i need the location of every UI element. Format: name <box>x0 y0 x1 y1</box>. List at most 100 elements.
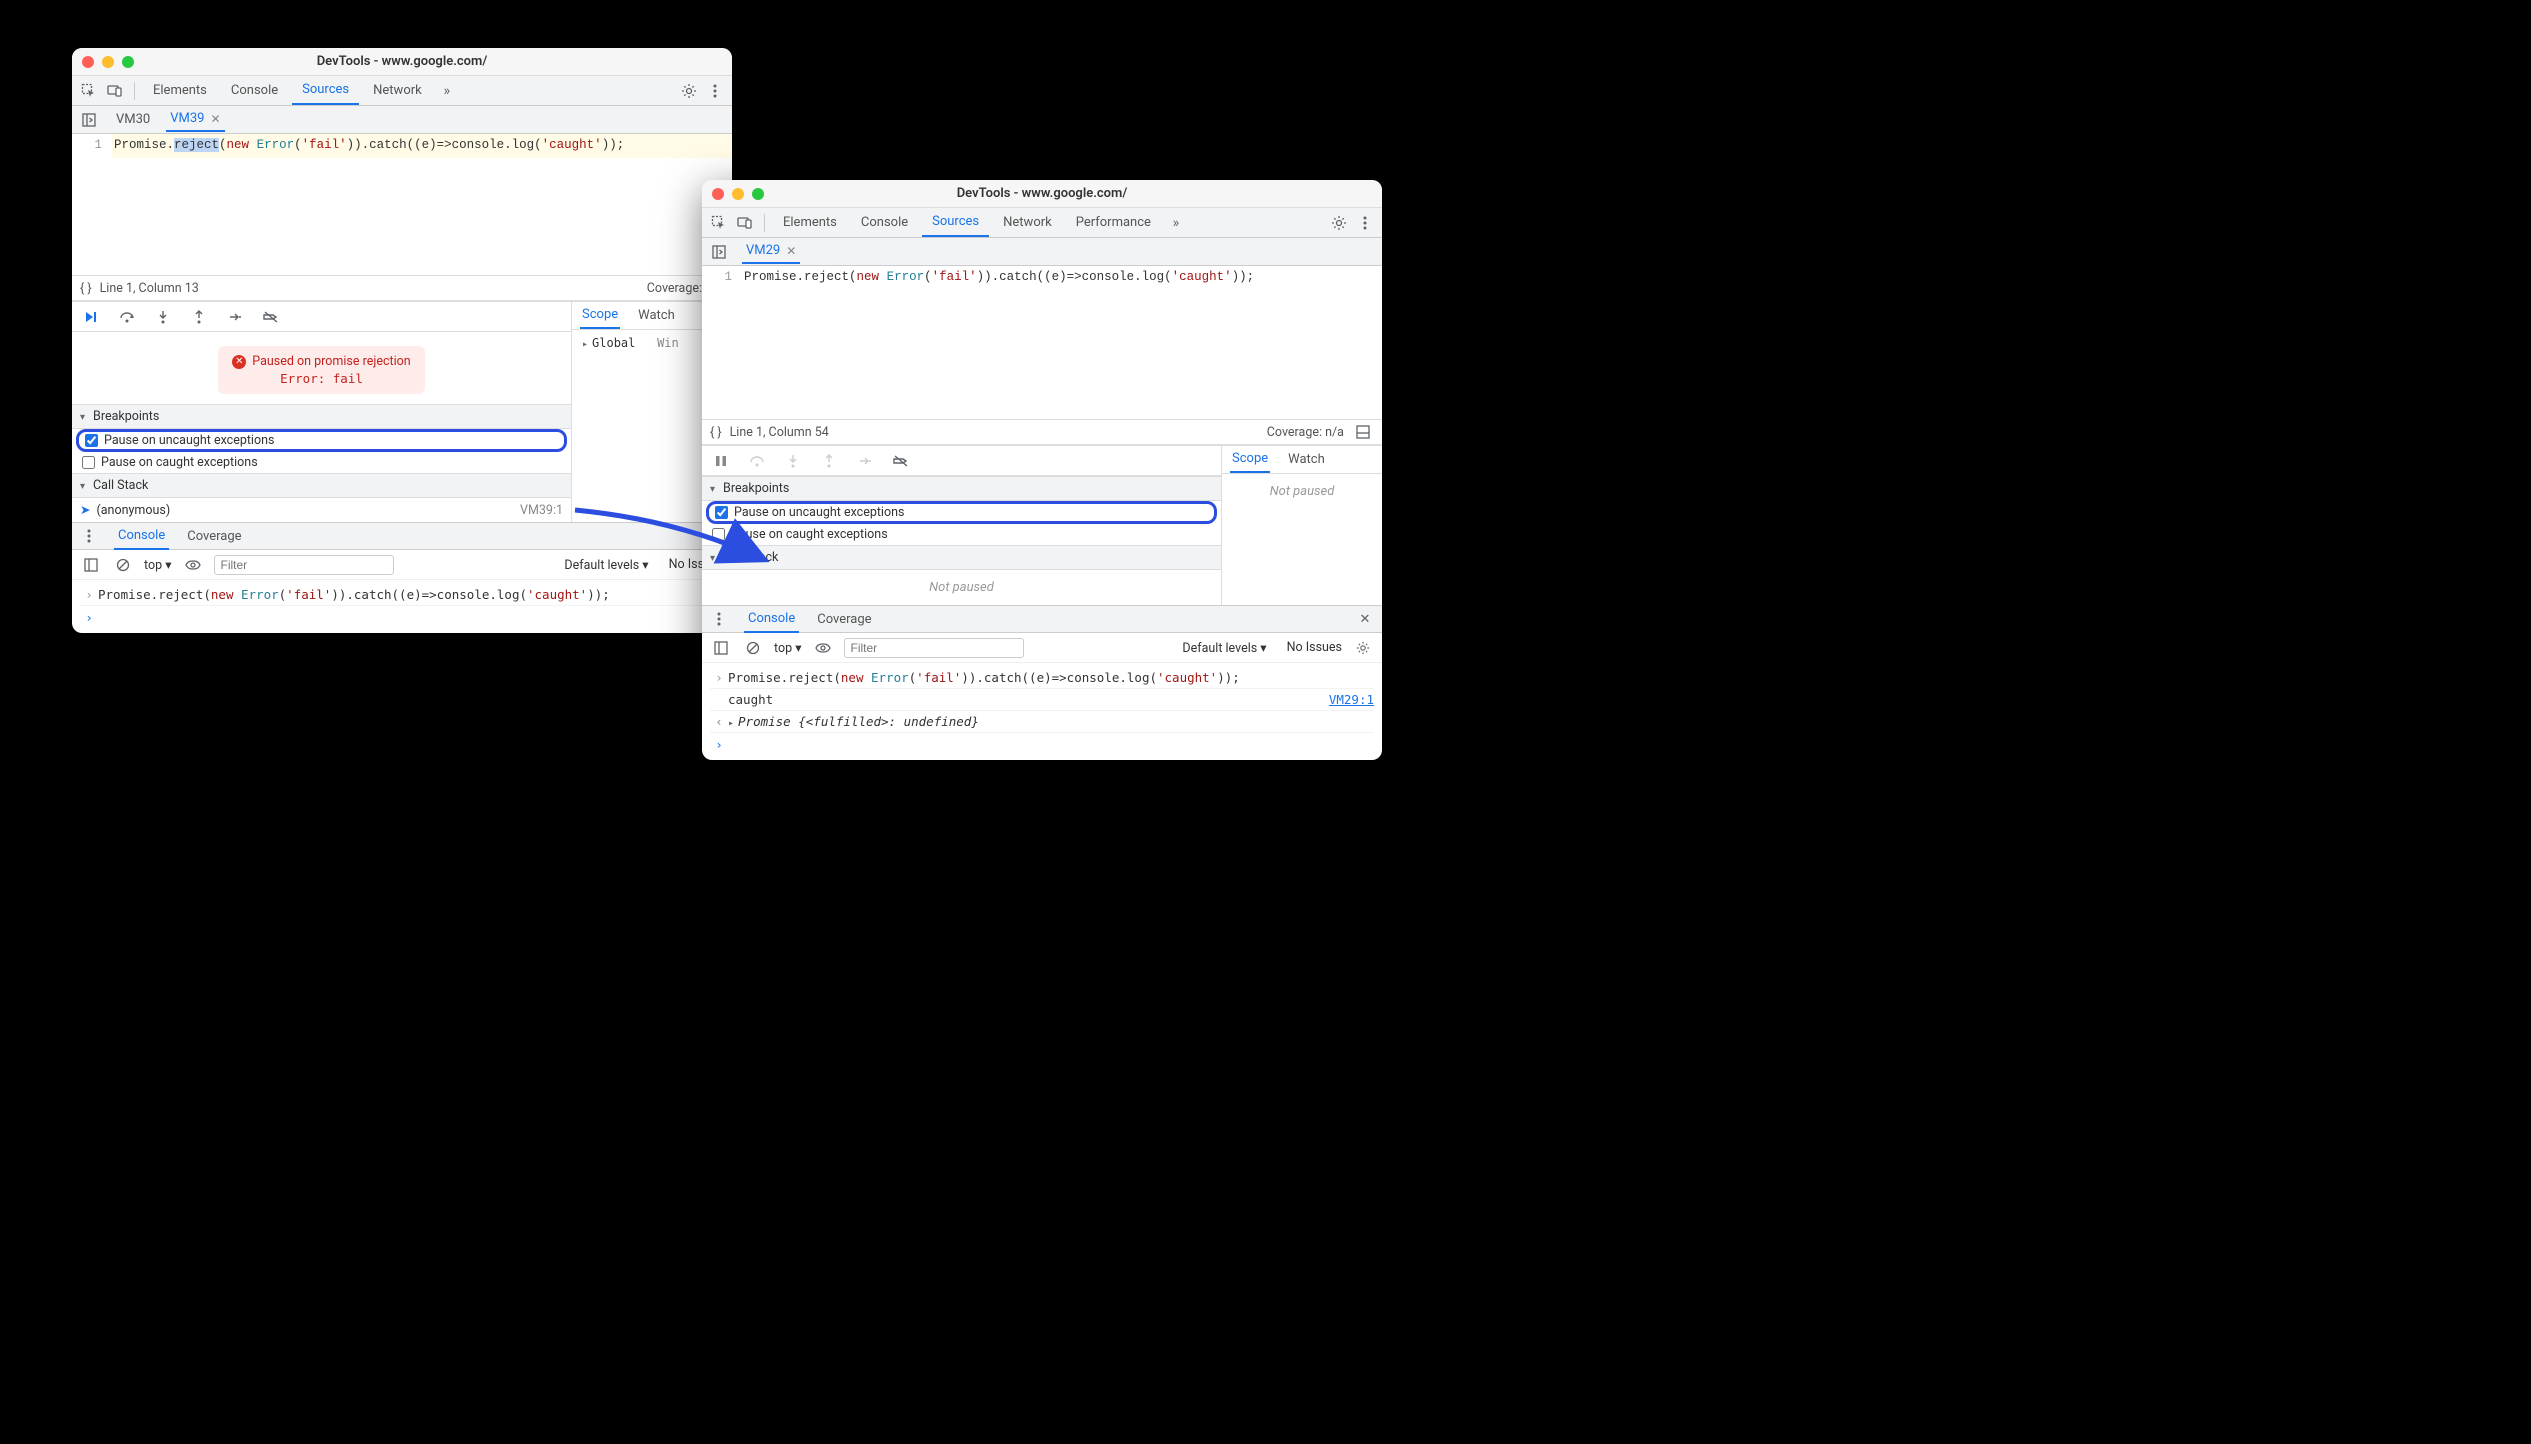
file-tab-label: VM39 <box>170 111 204 126</box>
watch-tab[interactable]: Watch <box>636 303 677 328</box>
console-settings-icon[interactable] <box>1352 637 1374 659</box>
inspect-icon[interactable] <box>78 80 100 102</box>
navigator-toggle-icon[interactable] <box>708 241 730 263</box>
callstack-section[interactable]: Call Stack <box>72 473 571 498</box>
drawer-kebab-icon[interactable] <box>78 525 100 547</box>
step-out-icon[interactable] <box>188 306 210 328</box>
clear-console-icon[interactable] <box>742 637 764 659</box>
deactivate-breakpoints-icon[interactable] <box>260 306 282 328</box>
step-icon[interactable] <box>224 306 246 328</box>
pause-on-uncaught-checkbox[interactable]: Pause on uncaught exceptions <box>706 501 1217 524</box>
live-expression-icon[interactable] <box>182 554 204 576</box>
inspect-icon[interactable] <box>708 212 730 234</box>
tab-elements[interactable]: Elements <box>773 209 847 236</box>
filter-input[interactable] <box>844 638 1024 658</box>
tab-console[interactable]: Console <box>221 77 288 104</box>
scope-tab[interactable]: Scope <box>580 302 620 329</box>
checkbox-uncaught[interactable] <box>85 434 98 447</box>
source-editor[interactable]: 1 Promise.reject(new Error('fail')).catc… <box>702 266 1382 290</box>
file-tab-vm39[interactable]: VM39 ✕ <box>166 107 224 132</box>
titlebar[interactable]: DevTools - www.google.com/ <box>702 180 1382 208</box>
tab-network[interactable]: Network <box>993 209 1062 236</box>
source-editor[interactable]: 1 Promise.reject(new Error('fail')).catc… <box>72 134 732 158</box>
tab-sources[interactable]: Sources <box>292 76 359 105</box>
issues-button[interactable]: No Issues <box>1287 640 1342 655</box>
checkbox-caught[interactable] <box>712 528 725 541</box>
console-body[interactable]: › Promise.reject(new Error('fail')).catc… <box>702 663 1382 760</box>
pretty-print-icon[interactable]: { } <box>710 425 722 440</box>
checkbox-uncaught[interactable] <box>715 506 728 519</box>
maximize-dot[interactable] <box>122 56 134 68</box>
tab-network[interactable]: Network <box>363 77 432 104</box>
breakpoints-section[interactable]: Breakpoints <box>702 476 1221 501</box>
close-drawer-icon[interactable]: ✕ <box>1354 608 1376 630</box>
close-tab-icon[interactable]: ✕ <box>211 112 221 126</box>
file-tab-vm30[interactable]: VM30 <box>112 108 154 131</box>
clear-console-icon[interactable] <box>112 554 134 576</box>
device-toggle-icon[interactable] <box>734 212 756 234</box>
titlebar[interactable]: DevTools - www.google.com/ <box>72 48 732 76</box>
console-result[interactable]: Promise {<fulfilled>: undefined} <box>728 714 1374 729</box>
breakpoints-section[interactable]: Breakpoints <box>72 404 571 429</box>
log-source-link[interactable]: VM29:1 <box>1329 692 1374 707</box>
code-line[interactable]: Promise.reject(new Error('fail')).catch(… <box>742 266 1382 290</box>
close-dot[interactable] <box>82 56 94 68</box>
log-levels[interactable]: Default levels ▾ <box>1182 640 1266 656</box>
minimize-dot[interactable] <box>732 188 744 200</box>
settings-icon[interactable] <box>1328 212 1350 234</box>
step-into-icon[interactable] <box>152 306 174 328</box>
log-levels[interactable]: Default levels ▾ <box>564 557 648 573</box>
window-title: DevTools - www.google.com/ <box>72 54 732 69</box>
more-tabs-icon[interactable]: » <box>1165 212 1187 234</box>
context-selector[interactable]: top ▾ <box>144 557 172 573</box>
drawer-coverage-tab[interactable]: Coverage <box>813 607 875 632</box>
callstack-section[interactable]: Call Stack <box>702 545 1221 570</box>
step-icon <box>854 450 876 472</box>
watch-tab[interactable]: Watch <box>1286 447 1327 472</box>
console-body[interactable]: › Promise.reject(new Error('fail')).catc… <box>72 580 732 633</box>
console-input-echo: Promise.reject(new Error('fail')).catch(… <box>728 670 1374 685</box>
tab-elements[interactable]: Elements <box>143 77 217 104</box>
kebab-icon[interactable] <box>1354 212 1376 234</box>
pause-message: ✕Paused on promise rejection Error: fail <box>218 346 424 394</box>
pause-on-caught-checkbox[interactable]: Pause on caught exceptions <box>702 524 1221 545</box>
callstack-frame[interactable]: ➤ (anonymous) VM39:1 <box>72 498 571 522</box>
tab-console[interactable]: Console <box>851 209 918 236</box>
checkbox-caught[interactable] <box>82 456 95 469</box>
minimize-dot[interactable] <box>102 56 114 68</box>
pretty-print-icon[interactable]: { } <box>80 281 92 296</box>
kebab-icon[interactable] <box>704 80 726 102</box>
close-tab-icon[interactable]: ✕ <box>786 244 796 258</box>
device-toggle-icon[interactable] <box>104 80 126 102</box>
live-expression-icon[interactable] <box>812 637 834 659</box>
console-sidebar-icon[interactable] <box>710 637 732 659</box>
devtools-window-a: DevTools - www.google.com/ Elements Cons… <box>72 48 732 633</box>
navigator-toggle-icon[interactable] <box>78 109 100 131</box>
close-dot[interactable] <box>712 188 724 200</box>
scope-tab[interactable]: Scope <box>1230 446 1270 473</box>
drawer-kebab-icon[interactable] <box>708 608 730 630</box>
filter-input[interactable] <box>214 555 394 575</box>
more-tabs-icon[interactable]: » <box>436 80 458 102</box>
drawer-coverage-tab[interactable]: Coverage <box>183 524 245 549</box>
context-selector[interactable]: top ▾ <box>774 640 802 656</box>
console-sidebar-icon[interactable] <box>80 554 102 576</box>
pause-on-caught-checkbox[interactable]: Pause on caught exceptions <box>72 452 571 473</box>
collapse-icon[interactable] <box>1352 421 1374 443</box>
pause-icon[interactable] <box>710 450 732 472</box>
drawer-console-tab[interactable]: Console <box>114 523 169 550</box>
tab-performance[interactable]: Performance <box>1066 209 1161 236</box>
code-line[interactable]: Promise.reject(new Error('fail')).catch(… <box>112 134 732 158</box>
resume-icon[interactable] <box>80 306 102 328</box>
pause-on-uncaught-checkbox[interactable]: Pause on uncaught exceptions <box>76 429 567 452</box>
settings-icon[interactable] <box>678 80 700 102</box>
result-icon: ‹ <box>710 714 728 729</box>
deactivate-breakpoints-icon[interactable] <box>890 450 912 472</box>
step-over-icon[interactable] <box>116 306 138 328</box>
file-tab-vm29[interactable]: VM29 ✕ <box>742 239 800 264</box>
drawer-console-tab[interactable]: Console <box>744 606 799 633</box>
traffic-lights <box>712 188 764 200</box>
maximize-dot[interactable] <box>752 188 764 200</box>
tab-sources[interactable]: Sources <box>922 208 989 237</box>
drawer-tabs: Console Coverage <box>72 522 732 550</box>
